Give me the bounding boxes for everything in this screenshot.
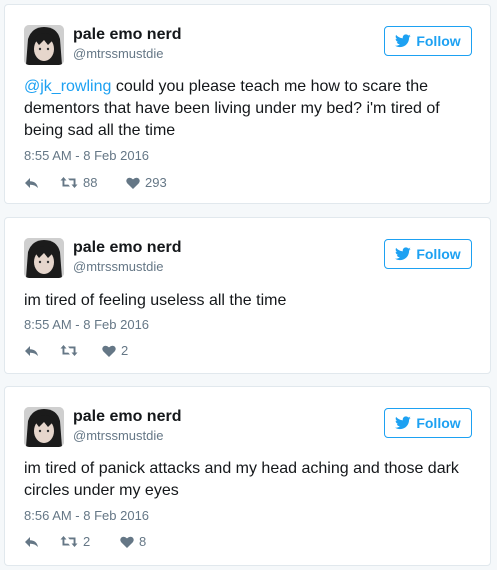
user-handle[interactable]: @mtrssmustdie [73, 46, 164, 61]
timestamp[interactable]: 8:56 AM - 8 Feb 2016 [24, 508, 149, 523]
retweet-count: 2 [83, 534, 91, 549]
reply-button[interactable] [24, 177, 60, 189]
timestamp[interactable]: 8:55 AM - 8 Feb 2016 [24, 317, 149, 332]
like-button[interactable]: 2 [102, 343, 128, 358]
tweet-card[interactable]: pale emo nerd @mtrssmustdie Follow @jk_r… [4, 4, 491, 204]
reply-icon [25, 177, 38, 188]
avatar-image [24, 238, 64, 278]
retweet-icon [60, 536, 78, 547]
like-button[interactable]: 8 [120, 534, 146, 549]
tweet-text: @jk_rowling could you please teach me ho… [24, 76, 472, 142]
heart-icon [102, 345, 116, 357]
follow-button[interactable]: Follow [384, 408, 472, 438]
display-name[interactable]: pale emo nerd [73, 239, 181, 257]
user-handle[interactable]: @mtrssmustdie [73, 259, 164, 274]
like-count: 293 [145, 175, 167, 190]
avatar-image [24, 25, 64, 65]
tweet-text: im tired of feeling useless all the time [24, 292, 287, 309]
tweet-feed: pale emo nerd @mtrssmustdie Follow @jk_r… [0, 0, 497, 570]
tweet-card[interactable]: pale emo nerd @mtrssmustdie Follow im ti… [4, 386, 491, 566]
display-name[interactable]: pale emo nerd [73, 408, 181, 426]
like-button[interactable]: 293 [126, 175, 167, 190]
heart-icon [126, 177, 140, 189]
like-count: 8 [139, 534, 147, 549]
avatar[interactable] [24, 238, 64, 278]
reply-icon [25, 345, 38, 356]
follow-button[interactable]: Follow [384, 26, 472, 56]
retweet-icon [60, 177, 78, 188]
follow-label: Follow [416, 415, 461, 431]
like-count: 2 [121, 343, 129, 358]
reply-icon [25, 536, 38, 547]
avatar[interactable] [24, 25, 64, 65]
follow-button[interactable]: Follow [384, 239, 472, 269]
retweet-count: 88 [83, 175, 98, 190]
mention-link[interactable]: @jk_rowling [24, 78, 111, 95]
tweet-actions: 2 [24, 343, 128, 358]
retweet-button[interactable]: 2 [60, 534, 120, 549]
reply-button[interactable] [24, 345, 60, 357]
avatar[interactable] [24, 407, 64, 447]
heart-icon [120, 536, 134, 548]
tweet-actions: 2 8 [24, 534, 146, 549]
timestamp[interactable]: 8:55 AM - 8 Feb 2016 [24, 148, 149, 163]
twitter-bird-icon [395, 247, 412, 261]
follow-label: Follow [416, 246, 461, 262]
retweet-button[interactable] [60, 344, 102, 357]
retweet-icon [60, 345, 78, 356]
twitter-bird-icon [395, 34, 412, 48]
tweet-card[interactable]: pale emo nerd @mtrssmustdie Follow im ti… [4, 217, 491, 374]
avatar-image [24, 407, 64, 447]
tweet-text: im tired of panick attacks and my head a… [24, 460, 459, 499]
twitter-bird-icon [395, 416, 412, 430]
retweet-button[interactable]: 88 [60, 175, 126, 190]
follow-label: Follow [416, 33, 461, 49]
user-handle[interactable]: @mtrssmustdie [73, 428, 164, 443]
tweet-actions: 88 293 [24, 175, 167, 190]
reply-button[interactable] [24, 536, 60, 548]
display-name[interactable]: pale emo nerd [73, 26, 181, 44]
